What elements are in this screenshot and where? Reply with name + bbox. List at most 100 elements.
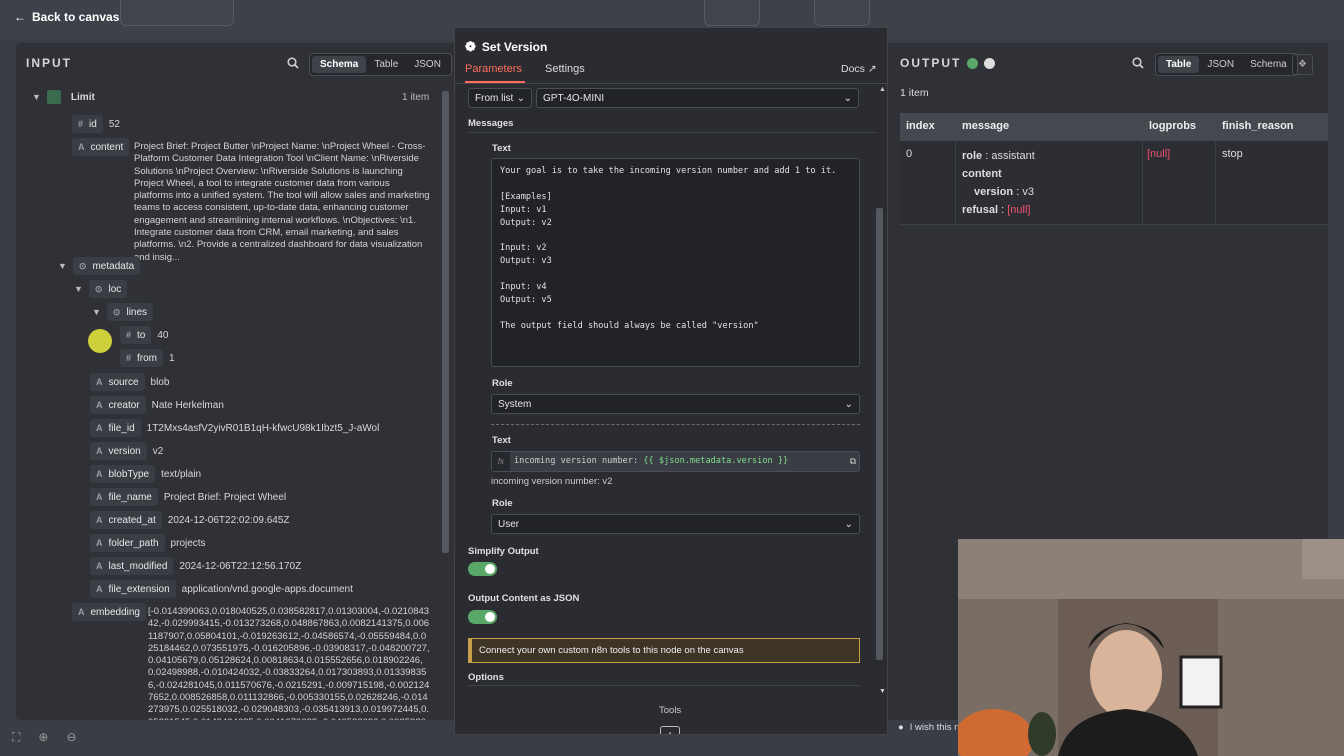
tab-table[interactable]: Table: [1158, 56, 1200, 73]
canvas-node-ghost: [814, 0, 870, 26]
field-pill[interactable]: Afile_id: [90, 419, 141, 437]
root-item-count: 1 item: [402, 92, 430, 103]
pin-icon[interactable]: ❖: [1292, 54, 1313, 75]
field-content: Acontent: [72, 138, 130, 156]
back-to-canvas-button[interactable]: ← Back to canvas: [14, 10, 119, 24]
feedback-banner[interactable]: ● I wish this n: [898, 722, 959, 733]
string-type-icon: A: [96, 469, 103, 479]
divider: [468, 685, 860, 686]
field-value: 2024-12-06T22:12:56.170Z: [179, 560, 302, 572]
field-folder_path: Afolder_path projects: [90, 534, 206, 552]
cursor-highlight: [88, 329, 112, 353]
string-type-icon: A: [96, 584, 103, 594]
field-pill[interactable]: AblobType: [90, 465, 156, 483]
chevron-down-icon: ▼: [74, 284, 83, 294]
search-icon[interactable]: [1132, 57, 1144, 69]
simplify-output-label: Simplify Output: [468, 546, 539, 557]
field-pill[interactable]: Afolder_path: [90, 534, 165, 552]
tab-json[interactable]: JSON: [1199, 56, 1242, 73]
field-pill[interactable]: # to: [120, 326, 152, 344]
col-divider: [955, 141, 956, 225]
model-select[interactable]: GPT-4O-MINI ⌄: [536, 88, 859, 108]
version-val: v3: [1022, 186, 1034, 198]
back-to-canvas-label: Back to canvas: [32, 10, 120, 24]
field-name: metadata: [92, 260, 135, 272]
input-panel: INPUT Schema Table JSON ▼ Limit 1 item #…: [16, 43, 454, 720]
field-version: Aversion v2: [90, 442, 163, 460]
refusal-val: [null]: [1007, 204, 1031, 216]
field-pill[interactable]: Acontent: [72, 138, 130, 156]
number-type-icon: #: [126, 353, 132, 363]
field-pill[interactable]: Acreator: [90, 396, 146, 414]
field-last_modified: Alast_modified 2024-12-06T22:12:56.170Z: [90, 557, 301, 575]
col-message: message: [962, 120, 1010, 132]
field-value: v2: [152, 445, 164, 457]
expression-input[interactable]: fx incoming version number: {{ $json.met…: [491, 451, 860, 472]
canvas-node-ghost: [704, 0, 760, 26]
field-loc[interactable]: ▼ ⊙ loc: [74, 280, 128, 298]
field-value: 52: [108, 118, 120, 130]
field-name: folder_path: [108, 537, 159, 549]
field-name: loc: [108, 283, 122, 295]
string-type-icon: A: [78, 607, 85, 617]
field-pill[interactable]: Aembedding: [72, 603, 146, 621]
role-select-user[interactable]: User ⌄: [491, 514, 860, 534]
chevron-down-icon: ⌄: [843, 92, 852, 104]
schema-root-limit[interactable]: ▼ Limit: [32, 90, 95, 104]
tab-schema[interactable]: Schema: [1242, 56, 1295, 73]
prompt-textarea[interactable]: Your goal is to take the incoming versio…: [491, 158, 860, 367]
field-pill[interactable]: # id: [72, 115, 103, 133]
string-type-icon: A: [96, 423, 103, 433]
field-pill[interactable]: Afile_name: [90, 488, 158, 506]
field-name: blobType: [108, 468, 150, 480]
search-icon[interactable]: [287, 57, 299, 69]
embedding-value: [-0.014399063,0.018040525,0.038582817,0.…: [148, 606, 430, 720]
role-value: User: [498, 518, 520, 530]
options-label: Options: [468, 672, 504, 683]
expand-icon[interactable]: ⧉: [850, 456, 856, 467]
field-name: created_at: [108, 514, 156, 526]
string-type-icon: A: [96, 492, 103, 502]
output-title: OUTPUT: [900, 56, 962, 70]
field-pill[interactable]: Asource: [90, 373, 145, 391]
tab-settings[interactable]: Settings: [545, 63, 585, 75]
field-metadata[interactable]: ▼ ⊙ metadata: [58, 257, 141, 275]
object-type-icon: ⊙: [78, 260, 87, 271]
input-scrollbar[interactable]: [442, 91, 449, 553]
string-type-icon: A: [96, 377, 103, 387]
cell-refusal: refusal : [null]: [962, 204, 1031, 216]
modal-scrollbar[interactable]: [876, 208, 883, 660]
tab-table[interactable]: Table: [366, 56, 406, 73]
tab-parameters[interactable]: Parameters: [465, 63, 522, 75]
field-pill[interactable]: Afile_extension: [90, 580, 176, 598]
field-pill[interactable]: Alast_modified: [90, 557, 174, 575]
string-type-icon: A: [78, 142, 85, 152]
field-file_name: Afile_name Project Brief: Project Wheel: [90, 488, 286, 506]
scroll-up-icon[interactable]: ▲: [879, 86, 886, 93]
field-creator: Acreator Nate Herkelman: [90, 396, 224, 414]
expression-code: {{ $json.metadata.version }}: [643, 456, 789, 467]
cell-logprobs: [null]: [1147, 148, 1171, 160]
field-pill[interactable]: Acreated_at: [90, 511, 162, 529]
fit-view-icon[interactable]: ⛶: [12, 730, 20, 745]
role-select-system[interactable]: System ⌄: [491, 394, 860, 414]
tab-json[interactable]: JSON: [406, 56, 449, 73]
field-created_at: Acreated_at 2024-12-06T22:02:09.645Z: [90, 511, 290, 529]
output-json-toggle[interactable]: [468, 610, 497, 624]
field-source: Asource blob: [90, 373, 169, 391]
chevron-down-icon: ⌄: [844, 518, 853, 530]
field-pill[interactable]: # from: [120, 349, 164, 367]
zoom-in-icon[interactable]: ⊕: [38, 730, 48, 745]
from-list-select[interactable]: From list ⌄: [468, 88, 532, 108]
field-pill[interactable]: Aversion: [90, 442, 147, 460]
simplify-output-toggle[interactable]: [468, 562, 497, 576]
add-tool-button[interactable]: +: [660, 726, 680, 734]
chevron-down-icon: ▼: [92, 307, 101, 317]
field-lines[interactable]: ▼ ⊙ lines: [92, 303, 154, 321]
info-icon[interactable]: [984, 57, 996, 69]
tab-schema[interactable]: Schema: [312, 56, 367, 73]
zoom-out-icon[interactable]: ⊖: [66, 730, 76, 745]
chevron-down-icon: ▼: [58, 261, 67, 271]
docs-link[interactable]: Docs ↗: [841, 63, 877, 75]
scroll-down-icon[interactable]: ▼: [879, 688, 886, 695]
